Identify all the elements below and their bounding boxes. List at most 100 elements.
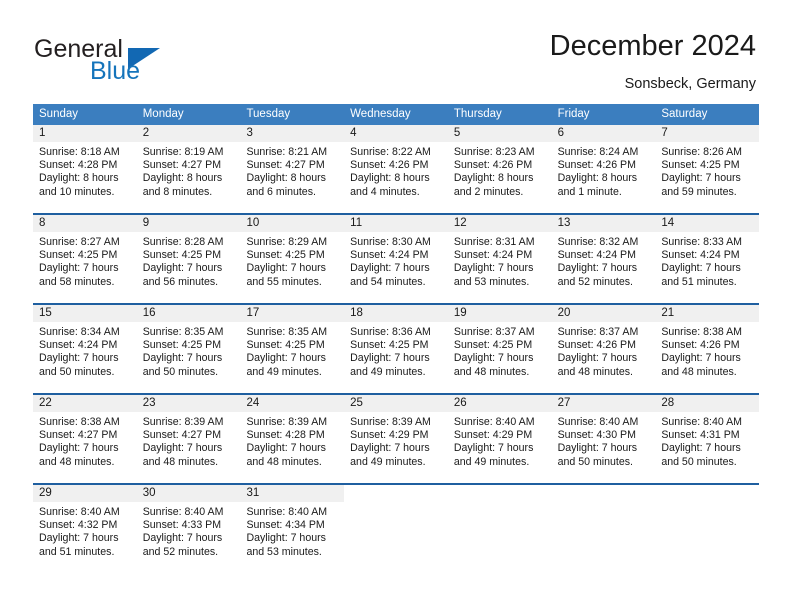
day-cell[interactable]: 16 Sunrise: 8:35 AM Sunset: 4:25 PM Dayl… xyxy=(136,305,241,393)
day-details: Sunrise: 8:32 AM Sunset: 4:24 PM Dayligh… xyxy=(552,232,656,289)
daylight-line1: Daylight: 7 hours xyxy=(246,442,326,455)
daylight-line1: Daylight: 8 hours xyxy=(142,172,223,185)
daylight-line2: and 48 minutes. xyxy=(39,455,115,468)
day-cell[interactable]: 20 Sunrise: 8:37 AM Sunset: 4:26 PM Dayl… xyxy=(551,305,656,393)
daylight-line1: Daylight: 7 hours xyxy=(453,352,534,365)
day-number: 27 xyxy=(551,395,656,412)
sunset-text: Sunset: 4:28 PM xyxy=(246,429,325,442)
daylight-line1: Daylight: 8 hours xyxy=(350,172,430,185)
day-number: 26 xyxy=(447,395,552,412)
sunrise-text: Sunrise: 8:40 AM xyxy=(557,416,639,428)
day-cell[interactable]: 14 Sunrise: 8:33 AM Sunset: 4:24 PM Dayl… xyxy=(655,215,760,303)
day-number: 11 xyxy=(344,215,448,232)
day-cell[interactable]: 17 Sunrise: 8:35 AM Sunset: 4:25 PM Dayl… xyxy=(240,305,345,393)
day-cell[interactable]: 27 Sunrise: 8:40 AM Sunset: 4:30 PM Dayl… xyxy=(551,395,656,483)
day-details: Sunrise: 8:39 AM Sunset: 4:28 PM Dayligh… xyxy=(240,412,344,469)
daylight-line2: and 50 minutes. xyxy=(557,455,633,468)
day-cell[interactable]: 21 Sunrise: 8:38 AM Sunset: 4:26 PM Dayl… xyxy=(655,305,760,393)
sunrise-text: Sunrise: 8:39 AM xyxy=(350,416,431,428)
sunset-text: Sunset: 4:29 PM xyxy=(350,429,429,442)
daylight-line1: Daylight: 7 hours xyxy=(661,442,741,455)
daylight-line1: Daylight: 7 hours xyxy=(246,532,326,545)
page-header: General Blue December 2024 Sonsbeck, Ger… xyxy=(0,0,792,104)
logo-text-blue: Blue xyxy=(90,57,141,85)
sunrise-text: Sunrise: 8:28 AM xyxy=(142,236,224,248)
daylight-line2: and 49 minutes. xyxy=(453,455,530,468)
daylight-line1: Daylight: 7 hours xyxy=(246,352,326,365)
day-cell[interactable]: 8 Sunrise: 8:27 AM Sunset: 4:25 PM Dayli… xyxy=(33,215,137,303)
day-details: Sunrise: 8:40 AM Sunset: 4:29 PM Dayligh… xyxy=(448,412,552,469)
day-details: Sunrise: 8:40 AM Sunset: 4:31 PM Dayligh… xyxy=(655,412,759,469)
day-details: Sunrise: 8:35 AM Sunset: 4:25 PM Dayligh… xyxy=(240,322,344,379)
day-number: 15 xyxy=(33,305,137,322)
day-details: Sunrise: 8:40 AM Sunset: 4:32 PM Dayligh… xyxy=(33,502,137,559)
day-details: Sunrise: 8:23 AM Sunset: 4:26 PM Dayligh… xyxy=(448,142,552,199)
day-cell[interactable]: 4 Sunrise: 8:22 AM Sunset: 4:26 PM Dayli… xyxy=(344,125,448,213)
day-cell[interactable]: 22 Sunrise: 8:38 AM Sunset: 4:27 PM Dayl… xyxy=(33,395,137,483)
sunrise-text: Sunrise: 8:21 AM xyxy=(246,146,328,158)
daylight-line1: Daylight: 8 hours xyxy=(557,172,638,185)
sunset-text: Sunset: 4:26 PM xyxy=(350,159,429,172)
sunset-text: Sunset: 4:26 PM xyxy=(557,159,636,172)
weekday-header-sunday: Sunday xyxy=(39,108,79,120)
daylight-line2: and 48 minutes. xyxy=(142,455,219,468)
sunrise-text: Sunrise: 8:26 AM xyxy=(661,146,742,158)
day-number: 17 xyxy=(240,305,345,322)
day-cell[interactable]: 13 Sunrise: 8:32 AM Sunset: 4:24 PM Dayl… xyxy=(551,215,656,303)
day-number: 18 xyxy=(344,305,448,322)
day-number: 20 xyxy=(551,305,656,322)
day-details: Sunrise: 8:19 AM Sunset: 4:27 PM Dayligh… xyxy=(137,142,241,199)
day-number xyxy=(655,485,760,502)
sunrise-text: Sunrise: 8:19 AM xyxy=(142,146,224,158)
sunset-text: Sunset: 4:29 PM xyxy=(453,429,533,442)
day-cell[interactable]: 26 Sunrise: 8:40 AM Sunset: 4:29 PM Dayl… xyxy=(447,395,552,483)
day-number: 4 xyxy=(344,125,448,142)
weekday-header-thursday: Thursday xyxy=(453,108,502,120)
daylight-line2: and 59 minutes. xyxy=(661,185,737,198)
daylight-line1: Daylight: 7 hours xyxy=(246,262,326,275)
sunset-text: Sunset: 4:24 PM xyxy=(453,249,533,262)
day-cell[interactable]: 11 Sunrise: 8:30 AM Sunset: 4:24 PM Dayl… xyxy=(344,215,448,303)
daylight-line1: Daylight: 7 hours xyxy=(142,352,223,365)
day-cell[interactable]: 10 Sunrise: 8:29 AM Sunset: 4:25 PM Dayl… xyxy=(240,215,345,303)
daylight-line1: Daylight: 7 hours xyxy=(557,352,638,365)
day-cell[interactable]: 29 Sunrise: 8:40 AM Sunset: 4:32 PM Dayl… xyxy=(33,485,137,573)
sunrise-text: Sunrise: 8:40 AM xyxy=(453,416,535,428)
day-cell[interactable]: 28 Sunrise: 8:40 AM Sunset: 4:31 PM Dayl… xyxy=(655,395,760,483)
day-cell[interactable]: 19 Sunrise: 8:37 AM Sunset: 4:25 PM Dayl… xyxy=(447,305,552,393)
day-details: Sunrise: 8:26 AM Sunset: 4:25 PM Dayligh… xyxy=(655,142,759,199)
day-cell[interactable]: 31 Sunrise: 8:40 AM Sunset: 4:34 PM Dayl… xyxy=(240,485,345,573)
day-cell[interactable]: 5 Sunrise: 8:23 AM Sunset: 4:26 PM Dayli… xyxy=(447,125,552,213)
daylight-line1: Daylight: 7 hours xyxy=(350,442,430,455)
day-details: Sunrise: 8:40 AM Sunset: 4:34 PM Dayligh… xyxy=(240,502,344,559)
day-cell[interactable]: 25 Sunrise: 8:39 AM Sunset: 4:29 PM Dayl… xyxy=(344,395,448,483)
sunset-text: Sunset: 4:27 PM xyxy=(39,429,118,442)
day-cell[interactable]: 18 Sunrise: 8:36 AM Sunset: 4:25 PM Dayl… xyxy=(344,305,448,393)
sunset-text: Sunset: 4:24 PM xyxy=(39,339,118,352)
day-cell[interactable]: 30 Sunrise: 8:40 AM Sunset: 4:33 PM Dayl… xyxy=(136,485,241,573)
day-cell[interactable]: 23 Sunrise: 8:39 AM Sunset: 4:27 PM Dayl… xyxy=(136,395,241,483)
daylight-line2: and 56 minutes. xyxy=(142,275,219,288)
day-cell[interactable]: 3 Sunrise: 8:21 AM Sunset: 4:27 PM Dayli… xyxy=(240,125,345,213)
day-cell[interactable]: 1 Sunrise: 8:18 AM Sunset: 4:28 PM Dayli… xyxy=(33,125,137,213)
sunrise-text: Sunrise: 8:31 AM xyxy=(453,236,535,248)
sunrise-text: Sunrise: 8:30 AM xyxy=(350,236,431,248)
sunrise-text: Sunrise: 8:35 AM xyxy=(142,326,224,338)
day-cell[interactable]: 15 Sunrise: 8:34 AM Sunset: 4:24 PM Dayl… xyxy=(33,305,137,393)
sunset-text: Sunset: 4:27 PM xyxy=(142,429,222,442)
daylight-line2: and 50 minutes. xyxy=(39,365,115,378)
sunrise-text: Sunrise: 8:38 AM xyxy=(39,416,120,428)
sunset-text: Sunset: 4:24 PM xyxy=(557,249,636,262)
daylight-line2: and 48 minutes. xyxy=(453,365,530,378)
day-cell[interactable]: 6 Sunrise: 8:24 AM Sunset: 4:26 PM Dayli… xyxy=(551,125,656,213)
day-cell[interactable]: 9 Sunrise: 8:28 AM Sunset: 4:25 PM Dayli… xyxy=(136,215,241,303)
day-cell[interactable]: 7 Sunrise: 8:26 AM Sunset: 4:25 PM Dayli… xyxy=(655,125,760,213)
sunrise-text: Sunrise: 8:27 AM xyxy=(39,236,120,248)
day-cell[interactable]: 2 Sunrise: 8:19 AM Sunset: 4:27 PM Dayli… xyxy=(136,125,241,213)
day-number: 13 xyxy=(551,215,656,232)
day-number: 7 xyxy=(655,125,760,142)
day-number: 3 xyxy=(240,125,345,142)
day-cell[interactable]: 12 Sunrise: 8:31 AM Sunset: 4:24 PM Dayl… xyxy=(447,215,552,303)
daylight-line2: and 6 minutes. xyxy=(246,185,316,198)
day-cell[interactable]: 24 Sunrise: 8:39 AM Sunset: 4:28 PM Dayl… xyxy=(240,395,345,483)
